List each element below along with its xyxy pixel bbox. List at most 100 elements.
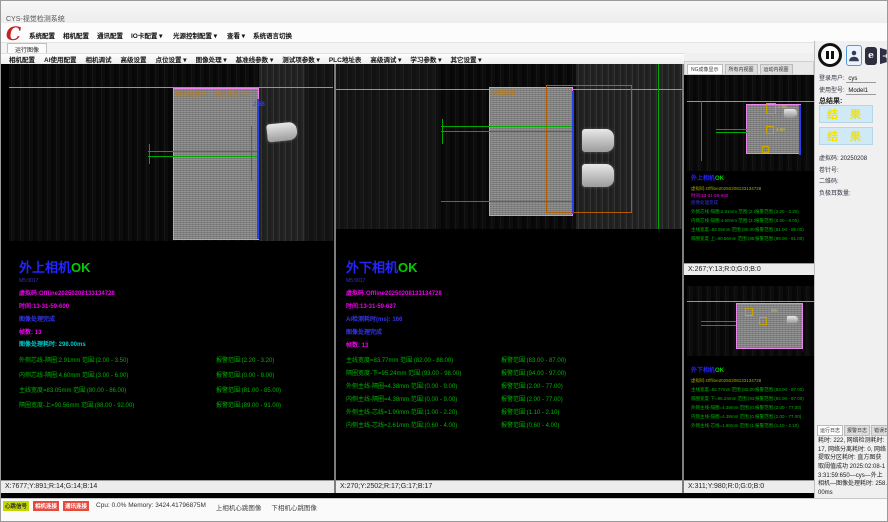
tool-learn-params[interactable]: 学习参数 ▾: [410, 54, 441, 64]
exit-button[interactable]: [879, 45, 888, 66]
connector-part: [787, 316, 798, 323]
tool-image-process[interactable]: 图像处理 ▾: [196, 54, 227, 64]
defect-box: [766, 126, 774, 134]
thumb1-camera-view[interactable]: 2.88 4.60: [687, 75, 814, 171]
measure-row: 内侧主线-隔圈=4.38mm 范围:(0.00 - 9.00)报警范围:(2.0…: [346, 394, 676, 407]
cpu-memory-readout: Cpu: 0.0% Memory: 3424.41796875M: [96, 501, 206, 509]
menu-language-switch[interactable]: 系统语言切换: [253, 30, 292, 40]
upper-camera-heartbeat-link[interactable]: 上相机心跳图像: [216, 501, 262, 512]
thumb1-value-label: 4.60: [776, 127, 785, 132]
measure-row: 外侧主线-隔圈=4.38mm 范围:(0.00 - 9.00)报警范围:(2.0…: [691, 405, 812, 411]
menu-system-config[interactable]: 系统配置: [29, 30, 55, 40]
measure-row: 主线宽度=83.77mm 范围:(82.00 - 88.00)报警范围:(83.…: [346, 355, 676, 368]
menu-view[interactable]: 查看 ▾: [227, 30, 245, 40]
pin-field: 卷针号:: [819, 165, 839, 174]
thumb1-value-label: 2.88: [778, 104, 787, 109]
menu-io-config[interactable]: IO卡配置 ▾: [131, 30, 162, 40]
threshold-overlay-text: 静态阈值:93，动态阈值:100: [176, 89, 250, 98]
tool-other-settings[interactable]: 其它设置 ▾: [450, 54, 481, 64]
login-label: 登录用户:: [819, 76, 845, 82]
measure-row: 隔圈宽度-上=90.56mm 范围:(88.00 - 92.00)报警范围:(8…: [19, 400, 331, 415]
tab-count-label: 负极耳数量:: [819, 191, 851, 197]
left-camera-sub: M5:0017: [19, 278, 331, 284]
sidebar: e 登录用户: cys 使用型号: Model1 总结果: 结 果 结 果 虚拟…: [814, 41, 888, 498]
pause-button[interactable]: [818, 43, 842, 67]
defect-box: [759, 317, 767, 325]
menu-light-config[interactable]: 光源控制配置 ▾: [173, 30, 217, 40]
tab-ng-display[interactable]: NG成像显示: [687, 64, 723, 74]
tool-camera-debug[interactable]: 相机调试: [86, 54, 112, 64]
measure-bracket-green: [442, 119, 443, 144]
mid-cursor-readout: X:270;Y:2502;R:17;G:17;B:17: [336, 480, 682, 493]
defect-box: [745, 308, 753, 316]
connector-part: [784, 109, 797, 117]
thumb1-time: 时间:13-31-59-600: [691, 193, 812, 199]
user-icon: [848, 49, 860, 63]
thumb1-status: OK: [715, 176, 724, 182]
defect-box: [766, 103, 776, 114]
measure-row: 外侧主线-芯线=1.90mm 范围:(1.00 - 2.20)报警范围:(1.1…: [691, 423, 812, 429]
e-icon: e: [868, 51, 874, 61]
measure-row: 外侧芯线-隔圈:2.91mm 范围:(2.00 - 3.50)报警范围:(2.2…: [691, 209, 812, 215]
machine-band: [305, 64, 333, 241]
thumb-tab-strip: NG成像显示 所有内视图 运动内视图: [684, 61, 814, 75]
measure-line-green: [716, 132, 747, 133]
ai-box-label: AI识别框: [492, 88, 516, 97]
measure-row: 主线宽度=83.05mm 范围:(80.00 - 86.00)报警范围:(81.…: [19, 385, 331, 400]
tool-advanced[interactable]: 高级设置: [121, 54, 147, 64]
log-tab-error[interactable]: 错误日志: [871, 425, 888, 436]
measure-line-green: [701, 325, 736, 326]
tab-all-views[interactable]: 所有内视图: [725, 64, 758, 74]
tab-motion-views[interactable]: 运动内视图: [760, 64, 793, 74]
thumb2-title: 外下相机: [691, 368, 715, 374]
mid-camera-view[interactable]: AI识别框: [336, 64, 682, 229]
tool-point-settings[interactable]: 点位设置 ▾: [156, 54, 187, 64]
toolbar: 相机配置 AI使用配置 相机调试 高级设置 点位设置 ▾ 图像处理 ▾ 基准线参…: [1, 53, 684, 64]
thumb2-status: OK: [715, 368, 724, 374]
exit-door-icon: [879, 47, 888, 65]
comm-link-badge: 通讯连接: [63, 501, 89, 511]
titlebar: CYS-视觉检测系统: [1, 1, 888, 23]
menu-camera-config[interactable]: 相机配置: [63, 30, 89, 40]
tab-strip: 运行图像: [1, 43, 814, 53]
model-label: 使用型号:: [819, 88, 845, 94]
e-book-button[interactable]: e: [865, 47, 877, 65]
menu-comm-config[interactable]: 通讯配置: [97, 30, 123, 40]
lower-camera-heartbeat-link[interactable]: 下相机心跳图像: [271, 501, 317, 512]
measure-line-green: [441, 131, 573, 132]
left-camera-view[interactable]: 静态阈值:93，动态阈值:100 2.88: [9, 64, 333, 241]
status-bar: 心跳信号 相机连接 通讯连接 Cpu: 0.0% Memory: 3424.41…: [1, 498, 888, 522]
virtual-code-label: 虚拟码:: [819, 156, 839, 162]
tool-adv-debug[interactable]: 高级调试 ▾: [370, 54, 401, 64]
pin-label: 卷针号:: [819, 168, 839, 174]
log-tab-alarm[interactable]: 报警日志: [844, 425, 870, 436]
tool-camera-config[interactable]: 相机配置: [9, 54, 35, 64]
mid-camera-status: OK: [398, 260, 418, 275]
measure-row: 外侧芯线-隔圈:2.91mm 范围:(2.00 - 3.50)报警范围:(2.2…: [19, 355, 331, 370]
baseline-yellow-line: [687, 301, 814, 302]
left-frame-count: 帧数: 13: [19, 327, 331, 336]
measure-line-green: [148, 156, 258, 157]
pause-icon: [831, 51, 834, 59]
menubar: C 系统配置 相机配置 通讯配置 IO卡配置 ▾ 光源控制配置 ▾ 查看 ▾ 系…: [1, 23, 888, 43]
model-value[interactable]: Model1: [846, 88, 876, 95]
mid-virtual-code: 虚拟码:Offline20250208133134728: [346, 288, 676, 297]
pause-icon: [826, 51, 829, 59]
measure-line-green: [441, 126, 573, 127]
tool-baseline[interactable]: 基准线参数 ▾: [236, 54, 274, 64]
thumb2-camera-view[interactable]: OK: [687, 286, 814, 356]
mid-camera-sub: M5:0017: [346, 278, 676, 284]
left-process-time: 图像处理耗时: 298.00ms: [19, 339, 331, 348]
result-box-2: 结 果: [819, 127, 873, 145]
tool-plc-table[interactable]: PLC地址表: [329, 54, 362, 64]
tool-test-params[interactable]: 测试项参数 ▾: [282, 54, 320, 64]
tab-run-image[interactable]: 运行图像: [7, 43, 47, 53]
measure-row: 内侧芯线-隔圈:4.60mm 范围:(3.00 - 6.00)报警范围:(0.0…: [19, 370, 331, 385]
app-window: CYS-视觉检测系统 C 系统配置 相机配置 通讯配置 IO卡配置 ▾ 光源控制…: [0, 0, 888, 522]
heartbeat-badge: 心跳信号: [3, 501, 29, 511]
tool-ai-config[interactable]: AI使用配置: [44, 54, 77, 64]
user-login-button[interactable]: [846, 45, 862, 66]
login-value[interactable]: cys: [846, 76, 876, 83]
log-tab-run[interactable]: 运行日志: [817, 425, 843, 436]
measure-row: 隔圈宽度-下=95.24mm 范围:(93.00 - 98.00)报警范围:(9…: [691, 396, 812, 402]
